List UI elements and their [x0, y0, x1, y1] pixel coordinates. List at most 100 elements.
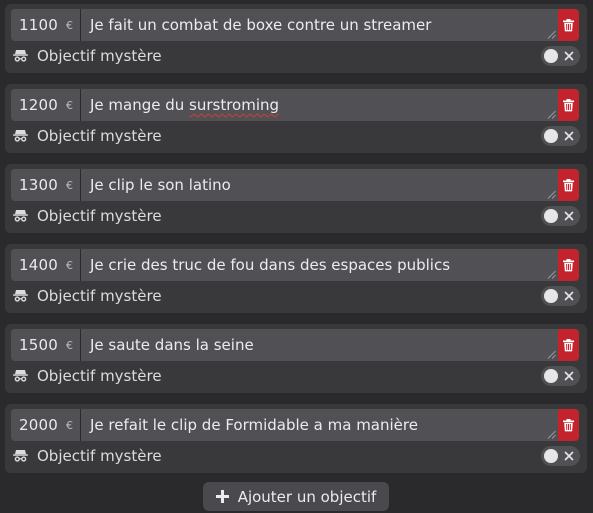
close-icon [564, 51, 574, 61]
goal-text-field[interactable]: Je mange du surstroming [80, 89, 558, 121]
spy-icon [13, 450, 28, 462]
mystery-option: Objectif mystère [13, 46, 162, 66]
mystery-label: Objectif mystère [37, 207, 162, 225]
amount-value: 1300 [19, 176, 58, 194]
amount-field[interactable]: 1200 € [11, 89, 81, 121]
delete-goal-button[interactable] [558, 249, 579, 281]
toggle-knob [544, 449, 558, 463]
amount-field[interactable]: 1300 € [11, 169, 81, 201]
mystery-option: Objectif mystère [13, 366, 162, 386]
delete-goal-button[interactable] [558, 169, 579, 201]
mystery-option: Objectif mystère [13, 286, 162, 306]
toggle-knob [544, 289, 558, 303]
close-icon [564, 451, 574, 461]
goal-input-row: 2000 € Je refait le clip de Formidable a… [11, 409, 579, 441]
goal-text-field[interactable]: Je fait un combat de boxe contre un stre… [80, 9, 558, 41]
amount-field[interactable]: 2000 € [11, 409, 81, 441]
goal-input-row: 1400 € Je crie des truc de fou dans des … [11, 249, 579, 281]
trash-icon [563, 418, 574, 431]
trash-icon [563, 258, 574, 271]
trash-icon [563, 338, 574, 351]
goal-card: 1400 € Je crie des truc de fou dans des … [5, 244, 587, 313]
mystery-label: Objectif mystère [37, 127, 162, 145]
amount-field[interactable]: 1100 € [11, 9, 81, 41]
goal-text: Je fait un combat de boxe contre un stre… [89, 16, 432, 34]
goal-text-field[interactable]: Je refait le clip de Formidable a ma man… [80, 409, 558, 441]
goal-text: Je mange du surstroming [90, 96, 279, 114]
amount-value: 1200 [19, 96, 58, 114]
spy-icon [13, 210, 28, 222]
goal-card: 1500 € Je saute dans la seine Objectif m… [5, 324, 587, 393]
close-icon [564, 211, 574, 221]
delete-goal-button[interactable] [558, 329, 579, 361]
mystery-toggle[interactable] [541, 206, 580, 226]
amount-value: 1400 [19, 256, 58, 274]
delete-goal-button[interactable] [558, 409, 579, 441]
currency-symbol: € [65, 418, 73, 432]
goal-card: 1100 € Je fait un combat de boxe contre … [5, 4, 587, 73]
mystery-toggle[interactable] [541, 286, 580, 306]
goal-card: 2000 € Je refait le clip de Formidable a… [5, 404, 587, 473]
mystery-option: Objectif mystère [13, 126, 162, 146]
mystery-toggle[interactable] [541, 46, 580, 66]
goal-list: 1100 € Je fait un combat de boxe contre … [5, 4, 587, 484]
mystery-label: Objectif mystère [37, 47, 162, 65]
resize-grip-icon[interactable] [547, 430, 556, 439]
mystery-label: Objectif mystère [37, 447, 162, 465]
add-goal-button[interactable]: Ajouter un objectif [203, 482, 389, 511]
mystery-toggle[interactable] [541, 366, 580, 386]
goal-text-field[interactable]: Je saute dans la seine [80, 329, 558, 361]
goal-text: Je refait le clip de Formidable a ma man… [89, 416, 418, 434]
mystery-option: Objectif mystère [13, 206, 162, 226]
resize-grip-icon[interactable] [547, 270, 556, 279]
amount-value: 1500 [19, 336, 58, 354]
resize-grip-icon[interactable] [547, 110, 556, 119]
goal-text: Je clip le son latino [89, 176, 231, 194]
toggle-knob [544, 369, 558, 383]
currency-symbol: € [65, 178, 73, 192]
amount-field[interactable]: 1400 € [11, 249, 81, 281]
delete-goal-button[interactable] [558, 9, 579, 41]
goal-text: Je crie des truc de fou dans des espaces… [89, 256, 451, 274]
plus-icon [215, 490, 229, 503]
toggle-knob [544, 209, 558, 223]
spy-icon [13, 290, 28, 302]
goal-input-row: 1500 € Je saute dans la seine [11, 329, 579, 361]
goal-text-field[interactable]: Je crie des truc de fou dans des espaces… [80, 249, 558, 281]
trash-icon [563, 178, 574, 191]
toggle-knob [544, 49, 558, 63]
currency-symbol: € [65, 98, 73, 112]
goal-text: Je saute dans la seine [89, 336, 254, 354]
misspelled-word[interactable]: surstroming [189, 96, 279, 114]
goal-text-field[interactable]: Je clip le son latino [80, 169, 558, 201]
close-icon [564, 291, 574, 301]
goal-text-part: Je mange du [89, 96, 190, 114]
resize-grip-icon[interactable] [547, 350, 556, 359]
amount-value: 2000 [19, 416, 58, 434]
resize-grip-icon[interactable] [547, 190, 556, 199]
goal-card: 1200 € Je mange du surstroming Objectif … [5, 84, 587, 153]
trash-icon [563, 18, 574, 31]
resize-grip-icon[interactable] [547, 30, 556, 39]
trash-icon [563, 98, 574, 111]
goal-card: 1300 € Je clip le son latino Objectif my… [5, 164, 587, 233]
currency-symbol: € [65, 258, 73, 272]
spy-icon [13, 50, 28, 62]
mystery-option: Objectif mystère [13, 446, 162, 466]
mystery-toggle[interactable] [541, 446, 580, 466]
amount-field[interactable]: 1500 € [11, 329, 81, 361]
spy-icon [13, 370, 28, 382]
goal-input-row: 1100 € Je fait un combat de boxe contre … [11, 9, 579, 41]
currency-symbol: € [65, 18, 73, 32]
goal-input-row: 1300 € Je clip le son latino [11, 169, 579, 201]
close-icon [564, 371, 574, 381]
mystery-label: Objectif mystère [37, 287, 162, 305]
goal-input-row: 1200 € Je mange du surstroming [11, 89, 579, 121]
mystery-toggle[interactable] [541, 126, 580, 146]
currency-symbol: € [65, 338, 73, 352]
close-icon [564, 131, 574, 141]
spy-icon [13, 130, 28, 142]
delete-goal-button[interactable] [558, 89, 579, 121]
add-goal-label: Ajouter un objectif [237, 487, 377, 506]
toggle-knob [544, 129, 558, 143]
